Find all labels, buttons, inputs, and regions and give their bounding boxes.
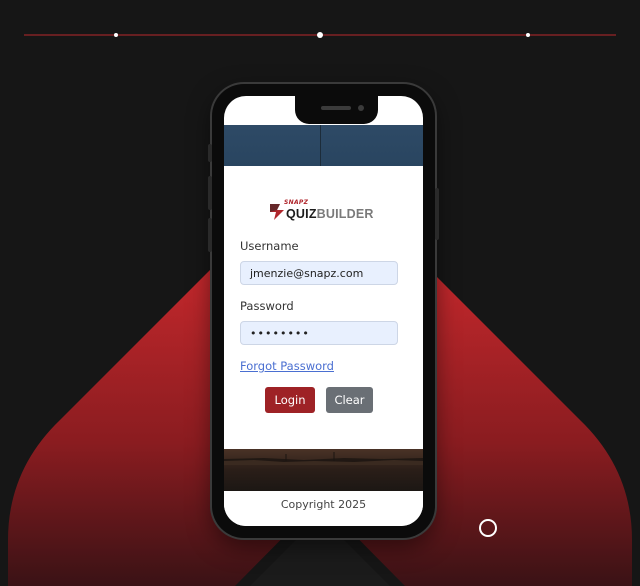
progress-dot (114, 33, 118, 37)
hero-image-top (224, 125, 423, 166)
username-label: Username (240, 239, 299, 253)
logo-wordmark: QUIZBUILDER (286, 207, 374, 221)
camera-icon (358, 105, 364, 111)
copyright-footer: Copyright 2025 (224, 491, 423, 526)
logo-snapz-text: SNAPZ (284, 199, 309, 206)
speaker-grille (321, 106, 351, 110)
phone-screen: SNAPZ QUIZBUILDER Username jmenzie@snapz… (224, 96, 423, 526)
phone-volume-up (208, 176, 212, 210)
hero-image-bottom (224, 449, 423, 491)
password-label: Password (240, 299, 294, 313)
landscape-silhouette (224, 452, 423, 465)
phone-volume-down (208, 218, 212, 252)
progress-dot (526, 33, 530, 37)
progress-dot-active (317, 32, 323, 38)
quizbuilder-logo: SNAPZ QUIZBUILDER (268, 199, 378, 224)
password-input[interactable]: •••••••• (240, 321, 398, 345)
circle-outline-icon[interactable] (479, 519, 497, 537)
phone-side-button (208, 144, 212, 162)
login-button[interactable]: Login (265, 387, 315, 413)
phone-notch (295, 96, 378, 124)
phone-power-button (435, 188, 439, 240)
hero-image-divider (320, 125, 321, 166)
logo-quiz-text: QUIZ (286, 207, 317, 221)
username-input[interactable]: jmenzie@snapz.com (240, 261, 398, 285)
logo-builder-text: BUILDER (316, 207, 374, 221)
clear-button[interactable]: Clear (326, 387, 373, 413)
phone-mockup: SNAPZ QUIZBUILDER Username jmenzie@snapz… (208, 84, 439, 538)
forgot-password-link[interactable]: Forgot Password (240, 359, 334, 373)
